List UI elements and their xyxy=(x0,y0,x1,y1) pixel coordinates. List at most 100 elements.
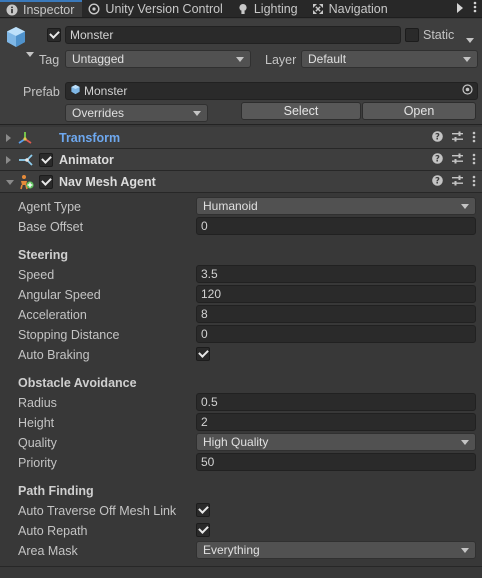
transform-icon xyxy=(17,130,33,149)
component-nav-mesh-agent-header[interactable]: Nav Mesh Agent ? xyxy=(0,171,482,193)
static-checkbox[interactable] xyxy=(405,28,419,42)
prefab-select-button[interactable]: Select xyxy=(241,102,361,120)
component-menu-icon[interactable] xyxy=(472,175,476,190)
speed-value: 3.5 xyxy=(201,267,218,281)
component-title-animator: Animator xyxy=(59,153,114,167)
component-title-transform: Transform xyxy=(59,131,121,145)
tab-navigation-label: Navigation xyxy=(328,1,388,16)
component-animator-header[interactable]: Animator ? xyxy=(0,149,482,171)
prefab-field[interactable]: Monster xyxy=(65,82,478,100)
tag-label: Tag xyxy=(39,53,60,67)
presets-icon[interactable] xyxy=(452,131,463,145)
height-label: Height xyxy=(18,416,55,430)
auto-braking-checkbox[interactable] xyxy=(196,347,210,361)
overrides-dropdown[interactable]: Overrides xyxy=(65,104,208,122)
info-icon xyxy=(6,4,18,16)
quality-value: High Quality xyxy=(203,435,269,449)
more-options-icon[interactable] xyxy=(473,1,477,16)
speed-field[interactable]: 3.5 xyxy=(196,265,476,283)
foldout-arrow-icon[interactable] xyxy=(6,156,11,164)
inspector-bottom-divider xyxy=(0,566,482,578)
component-transform-header[interactable]: Transform ? xyxy=(0,127,482,149)
radius-value: 0.5 xyxy=(201,395,218,409)
tab-unity-version-control-label: Unity Version Control xyxy=(105,1,223,16)
tab-navigation[interactable]: Navigation xyxy=(306,0,396,17)
animator-icon xyxy=(18,152,34,171)
tab-scroll-right-icon[interactable] xyxy=(457,2,463,16)
quality-dropdown[interactable]: High Quality xyxy=(196,433,476,451)
base-offset-field[interactable]: 0 xyxy=(196,217,476,235)
area-mask-dropdown[interactable]: Everything xyxy=(196,541,476,559)
gameobject-icon xyxy=(4,25,28,52)
prefab-value: Monster xyxy=(84,84,128,98)
prefab-open-label: Open xyxy=(403,104,435,118)
svg-text:?: ? xyxy=(435,133,440,142)
foldout-arrow-icon[interactable] xyxy=(6,134,11,142)
presets-icon[interactable] xyxy=(452,153,463,167)
component-title-nav-mesh-agent: Nav Mesh Agent xyxy=(59,175,156,189)
gameobject-name-value: Monster xyxy=(70,28,114,42)
foldout-arrow-icon[interactable] xyxy=(6,180,14,185)
acceleration-value: 8 xyxy=(201,307,208,321)
animator-enabled-checkbox[interactable] xyxy=(39,153,53,167)
chevron-down-icon xyxy=(236,56,244,62)
help-icon[interactable]: ? xyxy=(432,153,443,167)
chevron-down-icon xyxy=(461,439,469,445)
priority-value: 50 xyxy=(201,455,215,469)
layer-label: Layer xyxy=(265,53,297,67)
component-menu-icon[interactable] xyxy=(472,131,476,146)
speed-label: Speed xyxy=(18,268,55,282)
lightbulb-icon xyxy=(237,3,249,15)
tag-dropdown[interactable]: Untagged xyxy=(65,50,251,68)
gameobject-icon-dropdown-icon[interactable] xyxy=(26,46,34,60)
auto-traverse-label: Auto Traverse Off Mesh Link xyxy=(18,504,177,518)
agent-type-value: Humanoid xyxy=(203,199,258,213)
auto-traverse-checkbox[interactable] xyxy=(196,503,210,517)
steering-header: Steering xyxy=(18,248,69,262)
stopping-distance-field[interactable]: 0 xyxy=(196,325,476,343)
path-finding-header: Path Finding xyxy=(18,484,94,498)
priority-field[interactable]: 50 xyxy=(196,453,476,471)
agent-type-dropdown[interactable]: Humanoid xyxy=(196,197,476,215)
svg-text:?: ? xyxy=(435,177,440,186)
help-icon[interactable]: ? xyxy=(432,175,443,189)
help-icon[interactable]: ? xyxy=(432,131,443,145)
area-mask-label: Area Mask xyxy=(18,544,78,558)
stopping-distance-label: Stopping Distance xyxy=(18,328,120,342)
acceleration-field[interactable]: 8 xyxy=(196,305,476,323)
tab-unity-version-control[interactable]: Unity Version Control xyxy=(82,0,230,17)
layer-dropdown[interactable]: Default xyxy=(301,50,478,68)
height-field[interactable]: 2 xyxy=(196,413,476,431)
tab-lighting-label: Lighting xyxy=(253,1,298,16)
radius-label: Radius xyxy=(18,396,57,410)
angular-speed-field[interactable]: 120 xyxy=(196,285,476,303)
version-control-icon xyxy=(88,2,100,15)
priority-label: Priority xyxy=(18,456,57,470)
svg-text:?: ? xyxy=(435,155,440,164)
auto-repath-checkbox[interactable] xyxy=(196,523,210,537)
chevron-down-icon xyxy=(193,110,201,116)
gameobject-active-checkbox[interactable] xyxy=(47,28,61,42)
gameobject-header: Monster Static Tag Untagged Layer Defaul… xyxy=(0,19,482,125)
component-menu-icon[interactable] xyxy=(472,153,476,168)
radius-field[interactable]: 0.5 xyxy=(196,393,476,411)
auto-repath-label: Auto Repath xyxy=(18,524,88,538)
object-picker-icon[interactable] xyxy=(462,84,473,98)
tab-inspector[interactable]: Inspector xyxy=(0,0,83,17)
chevron-down-icon xyxy=(461,547,469,553)
gameobject-name-field[interactable]: Monster xyxy=(65,26,401,44)
prefab-open-button[interactable]: Open xyxy=(362,102,476,120)
presets-icon[interactable] xyxy=(452,175,463,189)
prefab-select-label: Select xyxy=(283,104,319,118)
chevron-down-icon xyxy=(461,203,469,209)
static-dropdown-icon[interactable] xyxy=(466,32,474,46)
chevron-down-icon xyxy=(463,56,471,62)
base-offset-label: Base Offset xyxy=(18,220,84,234)
nav-mesh-agent-enabled-checkbox[interactable] xyxy=(39,175,53,189)
tab-overflow[interactable] xyxy=(452,0,482,17)
prefab-label: Prefab xyxy=(23,85,60,99)
height-value: 2 xyxy=(201,415,208,429)
obstacle-avoidance-header: Obstacle Avoidance xyxy=(18,376,137,390)
tab-lighting[interactable]: Lighting xyxy=(231,0,306,17)
tab-inspector-label: Inspector xyxy=(23,2,75,17)
